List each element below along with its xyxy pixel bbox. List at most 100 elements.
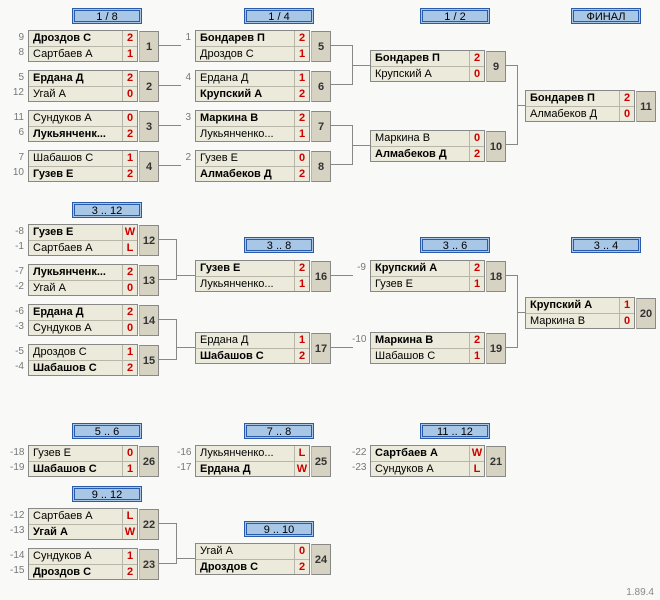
match-number: 8 xyxy=(311,151,331,182)
connector xyxy=(331,45,353,85)
score: 0 xyxy=(295,151,309,166)
score: 2 xyxy=(295,167,309,181)
connector xyxy=(331,125,353,165)
seed: 11 xyxy=(10,112,24,123)
header-9-10: 9 .. 10 xyxy=(244,521,314,537)
player-name: Дроздов С xyxy=(196,47,295,61)
match-10: Маркина В0Алмабеков Д210 xyxy=(370,130,485,162)
player-name: Ердана Д xyxy=(196,333,295,348)
player-name: Сундуков А xyxy=(371,462,470,476)
match-number: 22 xyxy=(139,509,159,540)
match-number: 7 xyxy=(311,111,331,142)
match-number: 11 xyxy=(636,91,656,122)
match-number: 19 xyxy=(486,333,506,364)
score: 2 xyxy=(123,31,137,46)
match-number: 2 xyxy=(139,71,159,102)
match-number: 4 xyxy=(139,151,159,182)
seed: 1 xyxy=(177,32,191,43)
player-name: Алмабеков Д xyxy=(371,147,470,161)
score: 1 xyxy=(123,345,137,360)
match-number: 10 xyxy=(486,131,506,162)
match-number: 6 xyxy=(311,71,331,102)
score: W xyxy=(123,525,137,539)
score: 0 xyxy=(470,131,484,146)
connector xyxy=(159,239,177,280)
score: 1 xyxy=(470,349,484,363)
seed: -22 xyxy=(352,447,366,458)
match-4: Шабашов С1Гузев Е24 xyxy=(28,150,138,182)
score: 2 xyxy=(123,305,137,320)
seed: -13 xyxy=(10,525,24,536)
seed: -10 xyxy=(352,334,366,345)
player-name: Алмабеков Д xyxy=(526,107,620,121)
player-name: Дроздов С xyxy=(29,565,123,579)
match-number: 20 xyxy=(636,298,656,329)
match-number: 12 xyxy=(139,225,159,256)
connector xyxy=(177,558,195,559)
match-15: Дроздов С1Шабашов С215 xyxy=(28,344,138,376)
score: 2 xyxy=(470,333,484,348)
match-7: Маркина В2Лукьянченко...17 xyxy=(195,110,310,142)
player-name: Маркина В xyxy=(371,131,470,146)
score: 1 xyxy=(123,549,137,564)
match-9: Бондарев П2Крупский А09 xyxy=(370,50,485,82)
match-number: 9 xyxy=(486,51,506,82)
score: W xyxy=(295,462,309,476)
match-23: Сундуков А1Дроздов С223 xyxy=(28,548,138,580)
score: 1 xyxy=(123,462,137,476)
player-name: Гузев Е xyxy=(371,277,470,291)
seed: -4 xyxy=(10,361,24,372)
seed: 7 xyxy=(10,152,24,163)
seed: -3 xyxy=(10,321,24,332)
connector xyxy=(506,65,518,145)
match-number: 21 xyxy=(486,446,506,477)
seed: -12 xyxy=(10,510,24,521)
player-name: Крупский А xyxy=(371,261,470,276)
player-name: Шабашов С xyxy=(371,349,470,363)
seed: 12 xyxy=(10,87,24,98)
score: 1 xyxy=(295,333,309,348)
player-name: Шабашов С xyxy=(29,151,123,166)
seed: -6 xyxy=(10,306,24,317)
score: 2 xyxy=(123,565,137,579)
player-name: Ердана Д xyxy=(196,462,295,476)
player-name: Лукьянченк... xyxy=(29,127,123,141)
score: 0 xyxy=(620,107,634,121)
connector xyxy=(518,312,525,313)
header-7-8: 7 .. 8 xyxy=(244,423,314,439)
score: 0 xyxy=(123,111,137,126)
connector xyxy=(353,145,370,146)
match-number: 3 xyxy=(139,111,159,142)
score: 0 xyxy=(123,281,137,295)
match-6: Ердана Д1Крупский А26 xyxy=(195,70,310,102)
player-name: Сундуков А xyxy=(29,549,123,564)
player-name: Гузев Е xyxy=(29,225,123,240)
player-name: Гузев Е xyxy=(29,167,123,181)
score: 1 xyxy=(620,298,634,313)
seed: -5 xyxy=(10,346,24,357)
score: 2 xyxy=(123,127,137,141)
header-3-12: 3 .. 12 xyxy=(72,202,142,218)
score: 2 xyxy=(295,261,309,276)
match-number: 14 xyxy=(139,305,159,336)
seed: -8 xyxy=(10,226,24,237)
connector xyxy=(159,165,181,166)
player-name: Гузев Е xyxy=(196,261,295,276)
connector xyxy=(159,85,181,86)
player-name: Шабашов С xyxy=(29,462,123,476)
player-name: Угай А xyxy=(29,87,123,101)
seed: 10 xyxy=(10,167,24,178)
score: 2 xyxy=(470,51,484,66)
seed: -19 xyxy=(10,462,24,473)
header-9-12: 9 .. 12 xyxy=(72,486,142,502)
seed: -16 xyxy=(177,447,191,458)
match-2: Ердана Д2Угай А02 xyxy=(28,70,138,102)
player-name: Сундуков А xyxy=(29,111,123,126)
match-number: 15 xyxy=(139,345,159,376)
seed: -15 xyxy=(10,565,24,576)
player-name: Маркина В xyxy=(196,111,295,126)
player-name: Лукьянченко... xyxy=(196,127,295,141)
seed: -23 xyxy=(352,462,366,473)
match-13: Лукьянченк...2Угай А013 xyxy=(28,264,138,296)
player-name: Лукьянченк... xyxy=(29,265,123,280)
